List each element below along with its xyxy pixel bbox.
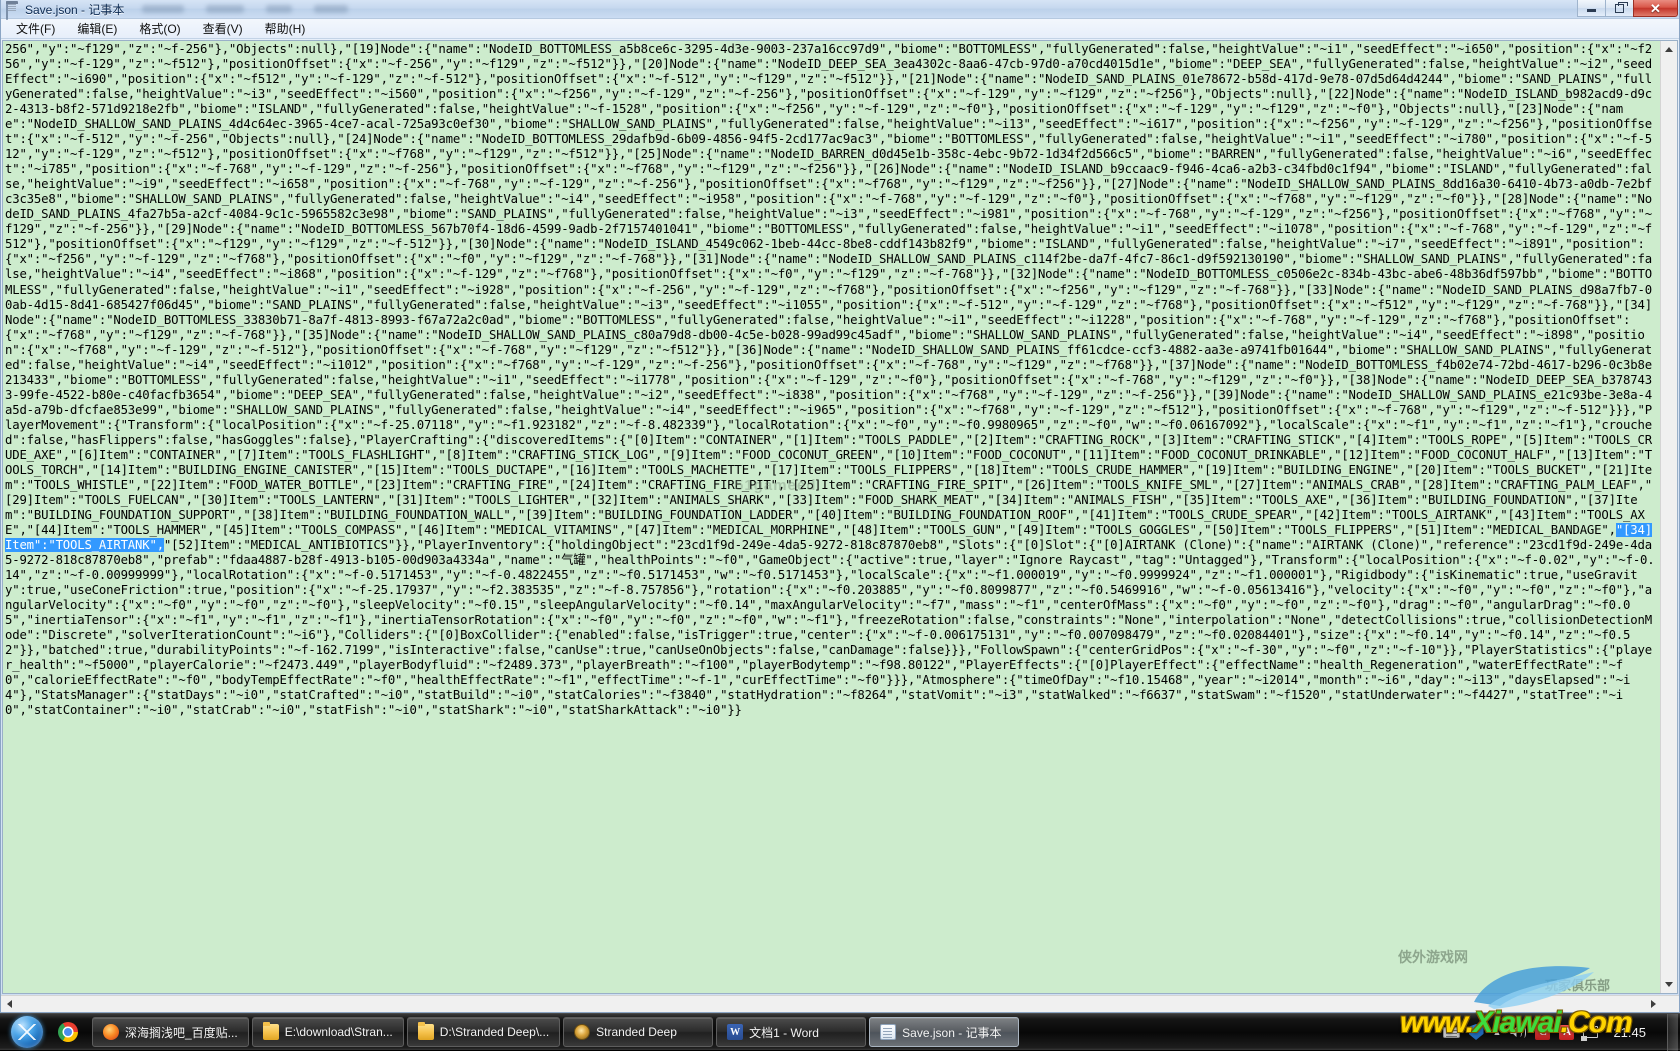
selected-text-line-end[interactable]: "[34] [1616,523,1652,537]
editor-area: 256","y":"~f129","z":"~f-256"},"Objects"… [2,40,1678,994]
taskbar-item-label: Save.json - 记事本 [902,1024,1001,1041]
menu-format[interactable]: 格式(O) [128,18,191,39]
menu-edit[interactable]: 编辑(E) [66,18,128,39]
chevron-up-icon[interactable]: ▲ [1493,1027,1502,1037]
editor-text-before-selection: 256","y":"~f129","z":"~f-256"},"Objects"… [5,42,1652,537]
taskbar-item-label: Stranded Deep [596,1025,677,1039]
title-bar-blurred-text [142,5,348,13]
scroll-down-arrow-icon[interactable] [1661,976,1677,993]
scroll-right-arrow-icon[interactable] [1645,996,1662,1012]
volume-icon[interactable] [1510,1026,1526,1038]
horizontal-scroll-track[interactable] [18,996,1645,1012]
selected-text-main[interactable]: Item":"TOOLS_AIRTANK", [5,538,164,552]
show-desktop-button[interactable] [1667,1014,1678,1051]
notepad-window: Save.json - 记事本 ✕ 文件(F) 编辑(E) 格式(O) 查看(V… [0,0,1680,1013]
taskbar-item-baidu-tieba[interactable]: 深海搁浅吧_百度贴... [92,1017,249,1047]
close-icon: ✕ [1650,2,1661,15]
window-controls[interactable]: ✕ [1578,0,1678,18]
folder-icon [263,1024,279,1040]
taskbar-item-stranded-deep[interactable]: Stranded Deep [563,1017,713,1047]
start-button[interactable] [2,1015,52,1049]
notepad-icon [6,2,20,16]
close-button[interactable]: ✕ [1633,0,1678,17]
vertical-scrollbar[interactable] [1660,41,1677,993]
menu-bar[interactable]: 文件(F) 编辑(E) 格式(O) 查看(V) 帮助(H) [1,19,1679,39]
system-tray: ▲ C A 21:45 [1443,1014,1680,1051]
antivirus-icon[interactable]: A [1559,1025,1574,1040]
menu-file[interactable]: 文件(F) [5,18,66,39]
scroll-left-arrow-icon[interactable] [1,996,18,1012]
network-icon[interactable] [1583,1026,1598,1038]
taskbar-item-explorer-e[interactable]: E:\download\Stran... [252,1017,404,1047]
menu-view[interactable]: 查看(V) [192,18,254,39]
scroll-up-arrow-icon[interactable] [1661,41,1677,58]
action-center-icon[interactable] [1469,1024,1484,1040]
taskbar-item-word[interactable]: W 文档1 - Word [716,1017,866,1047]
chrome-icon[interactable] [58,1022,78,1042]
editor-text-after-selection: "[52]Item":"MEDICAL_ANTIBIOTICS"}},"Play… [5,538,1655,717]
clock[interactable]: 21:45 [1607,1025,1658,1040]
restore-button[interactable] [1605,0,1634,17]
vertical-scroll-track[interactable] [1661,58,1677,976]
taskbar-item-notepad[interactable]: Save.json - 记事本 [869,1017,1019,1047]
notepad-icon [880,1024,896,1040]
text-editor[interactable]: 256","y":"~f129","z":"~f-256"},"Objects"… [3,41,1660,993]
quick-launch-bar [52,1022,84,1042]
taskbar-item-label: E:\download\Stran... [285,1025,393,1039]
horizontal-scrollbar[interactable] [1,995,1679,1012]
minimize-button[interactable] [1577,0,1606,17]
window-title: Save.json - 记事本 [25,1,124,18]
taskbar-item-label: D:\Stranded Deep\... [440,1025,549,1039]
taskbar-item-label: 文档1 - Word [749,1024,819,1041]
game-icon [574,1024,590,1040]
menu-help[interactable]: 帮助(H) [254,18,317,39]
title-bar[interactable]: Save.json - 记事本 ✕ [1,0,1679,19]
scrollbar-corner [1662,996,1679,1012]
taskbar-items: 深海搁浅吧_百度贴... E:\download\Stran... D:\Str… [92,1017,1019,1047]
folder-icon [418,1024,434,1040]
taskbar: 深海搁浅吧_百度贴... E:\download\Stran... D:\Str… [0,1013,1680,1050]
keyboard-icon[interactable] [1443,1027,1460,1038]
word-icon: W [727,1024,743,1040]
c-app-icon[interactable]: C [1535,1025,1550,1040]
taskbar-item-explorer-d[interactable]: D:\Stranded Deep\... [407,1017,560,1047]
firefox-icon [103,1024,119,1040]
windows-logo-icon [11,1016,43,1048]
taskbar-item-label: 深海搁浅吧_百度贴... [125,1024,238,1041]
